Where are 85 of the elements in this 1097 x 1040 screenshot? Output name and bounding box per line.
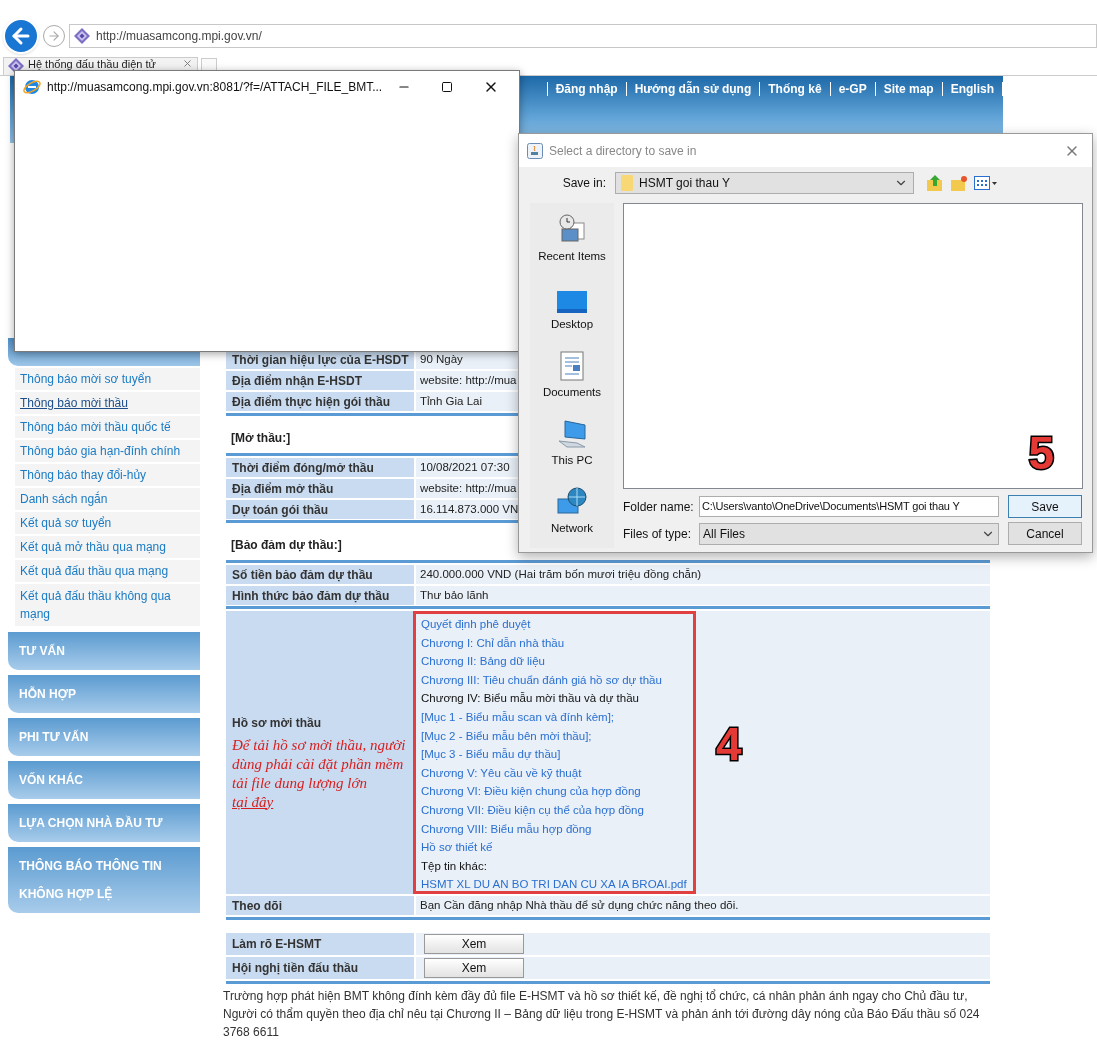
download-link[interactable]: tại đây	[232, 793, 274, 810]
section-heading: [Mở thầu:]	[231, 430, 291, 447]
label-cell: Hình thức bảo đảm dự thầu	[226, 586, 414, 605]
document-link[interactable]: Chương VI: Điều kiện chung của hợp đồng	[421, 782, 687, 801]
label-cell: Địa điểm thực hiện gói thầu	[226, 392, 414, 411]
document-link[interactable]: [Mục 3 - Biểu mẫu dự thầu]	[421, 745, 687, 764]
label-cell-text: Hồ sơ mời thầu	[232, 714, 323, 732]
document-link[interactable]: Hồ sơ thiết kế	[421, 838, 687, 857]
annotation-number: 4	[716, 721, 742, 767]
sidebar-link[interactable]: Kết quả mở thầu qua mạng	[15, 536, 200, 560]
label-cell: Dự toán gói thầu	[226, 500, 414, 519]
network-globe-icon	[557, 486, 587, 517]
sidebar-link[interactable]: Thông báo thay đổi-hủy	[15, 464, 200, 488]
folder-icon	[621, 175, 633, 191]
clock-document-icon	[556, 212, 588, 245]
sidebar-link[interactable]: Thông báo mời thầu	[15, 392, 200, 416]
document-link[interactable]: [Mục 1 - Biểu mẫu scan và đính kèm];	[421, 707, 687, 727]
category-button[interactable]: THÔNG BÁO THÔNG TIN KHÔNG HỢP LỆ	[8, 847, 200, 913]
label-cell: Địa điểm mở thầu	[226, 479, 414, 498]
forward-arrow-icon	[47, 29, 61, 43]
value-cell: Bạn Cần đăng nhập Nhà thầu để sử dụng chức năng theo dõi.	[416, 896, 990, 915]
sidebar-link[interactable]: Thông báo gia hạn-đính chính	[15, 440, 200, 464]
sidebar-link[interactable]: Kết quả sơ tuyển	[15, 512, 200, 536]
diamond-logo-icon	[74, 28, 90, 44]
desktop-icon	[557, 290, 587, 313]
document-link[interactable]: Chương VIII: Biểu mẫu hợp đồng	[421, 819, 687, 839]
sidebar-link[interactable]: Thông báo mời thầu quốc tế	[15, 416, 200, 440]
value-cell: 240.000.000 VND (Hai trăm bốn mươi triệu đồng chẵn)	[416, 565, 990, 584]
file-type-dropdown[interactable]: All Files	[699, 522, 999, 545]
address-text: http://muasamcong.mpi.gov.vn/	[96, 28, 262, 45]
file-type-label: Files of type:	[623, 525, 693, 543]
sidebar-link[interactable]: Danh sách ngắn	[15, 488, 200, 512]
file-list[interactable]: 5	[623, 203, 1083, 489]
annotation-number: 5	[1028, 430, 1054, 476]
nav-link[interactable]: Đăng nhập	[546, 82, 626, 96]
maximize-icon[interactable]	[441, 80, 453, 93]
label-cell: Thời điểm đóng/mở thầu	[226, 458, 414, 477]
document-icon	[560, 350, 584, 381]
label-cell: Hội nghị tiền đấu thầu	[226, 957, 414, 979]
nav-link[interactable]: e-GP	[829, 82, 875, 96]
save-button[interactable]: Save	[1008, 495, 1082, 518]
document-label: Chương IV: Biểu mẫu mời thầu và dự thầu	[421, 691, 640, 707]
cancel-button[interactable]: Cancel	[1008, 522, 1082, 545]
new-folder-icon[interactable]	[950, 174, 968, 192]
document-link[interactable]: Chương I: Chỉ dẫn nhà thầu	[421, 633, 687, 653]
footer-note: Trường hợp phát hiện BMT không đính kèm đầy đủ file E-HSMT và hồ sơ thiết kế, đề nghị tổ chức, cá nhân phản ánh ngay cho Chủ đầu tư, Người có thẩm quyền theo địa chỉ nêu tại Chương II – Bảng dữ liệu trong E-HSMT và phản ánh tới đường dây nóng của Báo Đấu thầu số 024 3768 6611	[223, 988, 981, 1040]
folder-name-field[interactable]: C:\Users\vanto\OneDrive\Documents\HSMT goi thau Y	[699, 496, 999, 517]
value-cell: Thư bảo lãnh	[416, 586, 990, 605]
label-cell: Theo dõi	[226, 896, 414, 915]
nav-link[interactable]: Hướng dẫn sử dụng	[625, 82, 760, 96]
sidebar-link[interactable]: Thông báo mời sơ tuyển	[15, 368, 200, 392]
label-cell: Số tiền bảo đảm dự thầu	[226, 565, 414, 584]
label-cell: Địa điểm nhận E-HSDT	[226, 371, 414, 390]
nav-link[interactable]: English	[941, 82, 1003, 96]
view-button[interactable]: Xem	[424, 958, 524, 978]
section-heading: [Bảo đảm dự thầu:]	[231, 537, 342, 554]
dialog-title: Select a directory to save in	[549, 142, 697, 160]
place-item[interactable]: Recent Items	[530, 203, 614, 271]
save-in-dropdown[interactable]: HSMT goi thau Y	[615, 172, 914, 194]
save-in-label: Save in:	[561, 175, 607, 192]
view-button[interactable]: Xem	[424, 934, 524, 954]
sidebar-link[interactable]: Kết quả đấu thầu không qua mạng	[15, 584, 200, 628]
document-link[interactable]: [Mục 2 - Biểu mẫu bên mời thầu];	[421, 726, 687, 746]
cup-icon	[527, 142, 543, 159]
document-link[interactable]: Quyết định phê duyệt	[421, 615, 687, 634]
address-field[interactable]: http://muasamcong.mpi.gov.vn/	[69, 24, 1097, 48]
document-link[interactable]: Chương V: Yêu cầu về kỹ thuật	[421, 763, 687, 783]
document-link[interactable]: Chương III: Tiêu chuẩn đánh giá hồ sơ dự thầu	[421, 670, 687, 690]
back-button[interactable]	[3, 18, 39, 54]
folder-name-label: Folder name:	[623, 498, 695, 516]
document-link[interactable]: Chương II: Bảng dữ liệu	[421, 652, 687, 671]
window-title: http://muasamcong.mpi.gov.vn:8081/?f=/ATTACH_FILE_BMT...	[47, 78, 383, 96]
document-link[interactable]: Chương VII: Điều kiện cụ thể của hợp đồng	[421, 800, 687, 820]
browser-logo-icon	[23, 77, 41, 96]
document-link[interactable]: HSMT XL DU AN BO TRI DAN CU XA IA BROAI.pdf	[421, 875, 687, 894]
nav-link[interactable]: Thống kê	[759, 82, 830, 96]
nav-link[interactable]: Site map	[874, 82, 942, 96]
sidebar-link[interactable]: Kết quả đấu thầu qua mạng	[15, 560, 200, 584]
place-item[interactable]: Desktop	[530, 271, 614, 339]
download-note: Để tải hồ sơ mời thầu, người dùng phải cài đặt phần mềm tải file dung lượng lớn tại đây	[232, 735, 407, 812]
label-cell: Làm rõ E-HSMT	[226, 933, 414, 955]
computer-icon	[557, 418, 587, 449]
document-label: Tệp tin khác:	[421, 858, 488, 874]
view-menu-icon[interactable]	[974, 175, 998, 191]
folder-up-icon[interactable]	[926, 174, 944, 192]
